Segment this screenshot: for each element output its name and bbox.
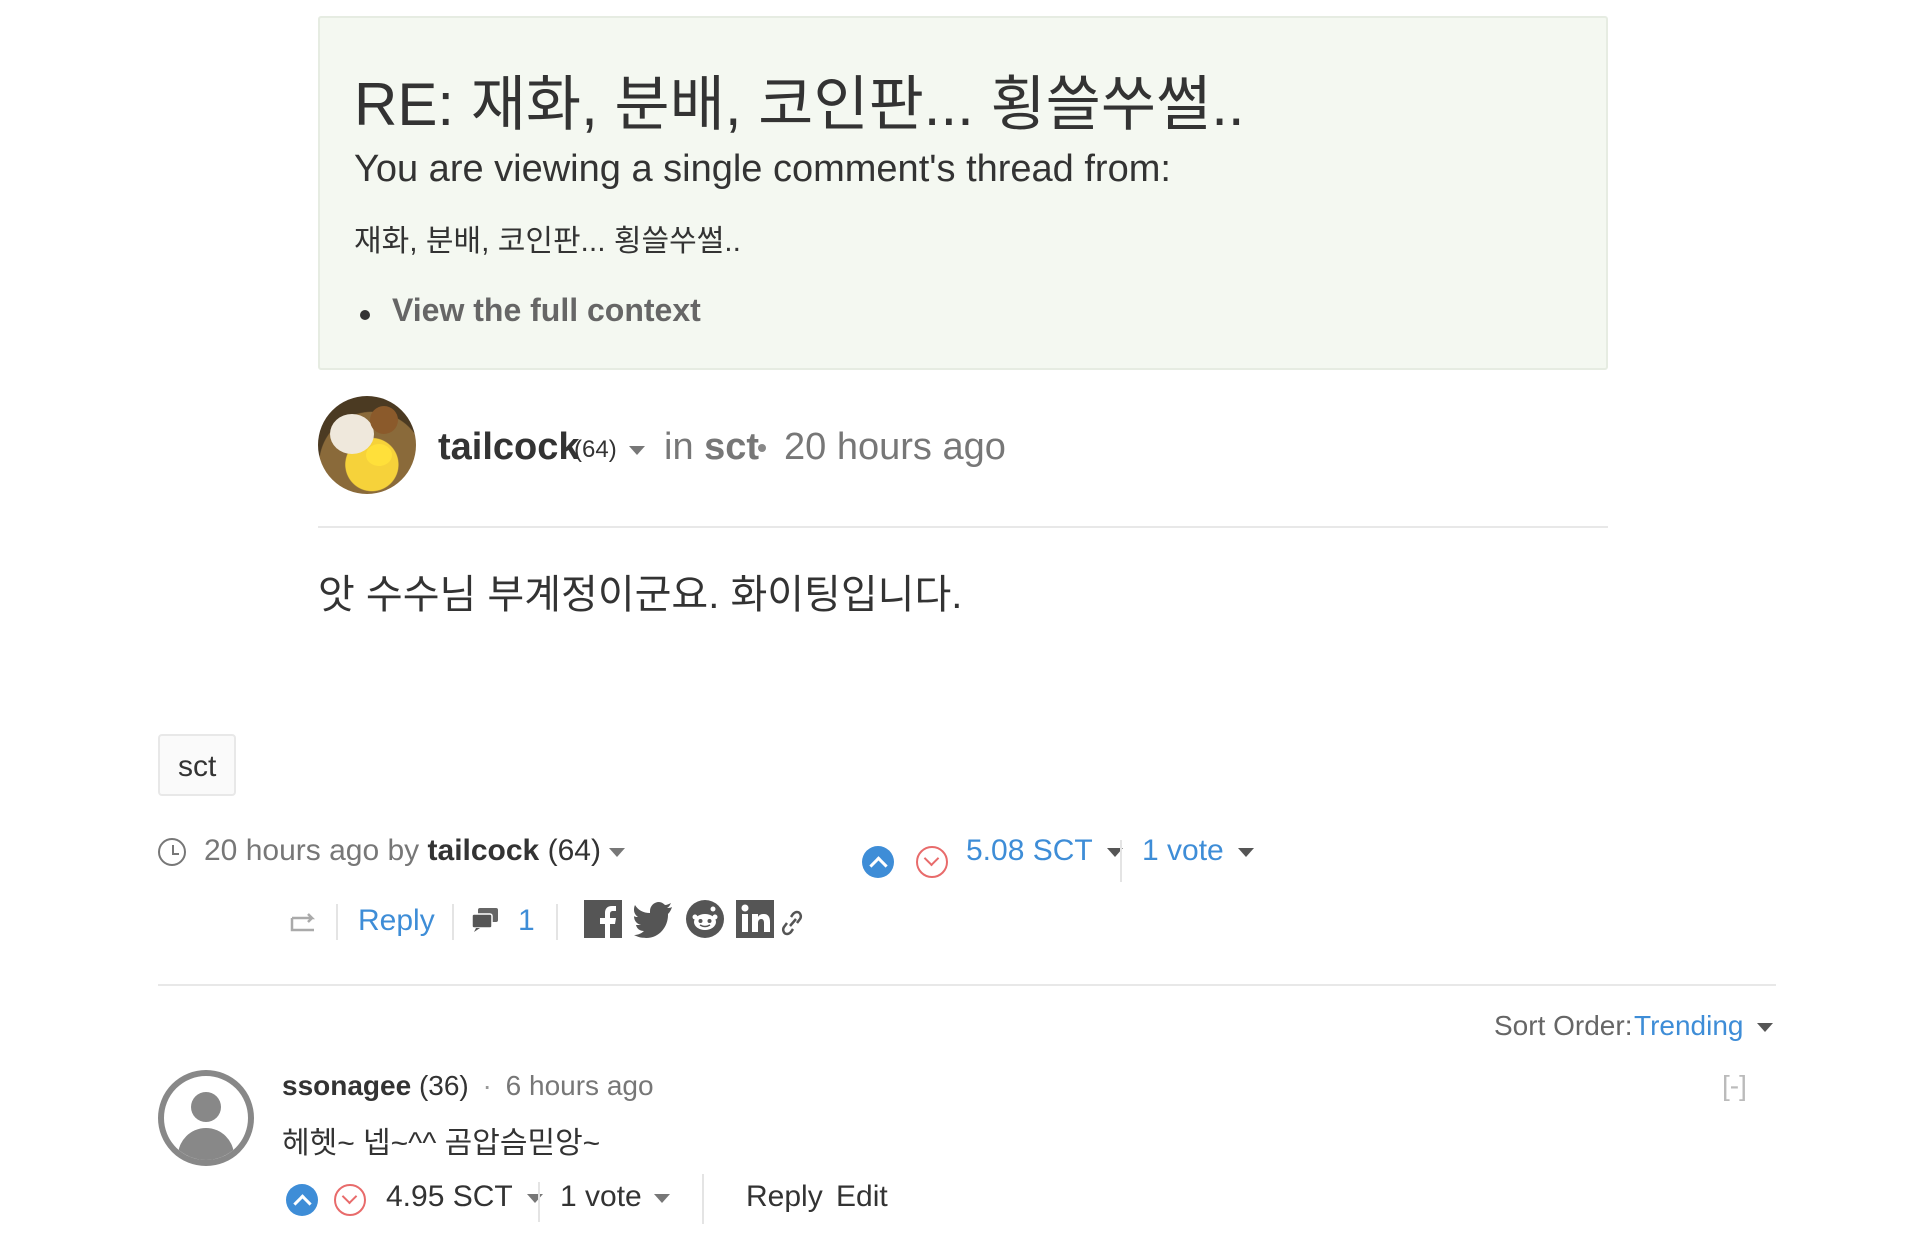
vote-count-label: 1 vote	[1142, 834, 1224, 867]
clock-icon	[158, 838, 186, 866]
reply-vote-count[interactable]: 1 vote	[560, 1180, 671, 1214]
upvote-button[interactable]	[862, 846, 894, 878]
post-body: 앗 수수님 부계정이군요. 화이팅입니다.	[318, 573, 963, 617]
avatar-head-shape	[191, 1092, 221, 1122]
reply-author-rep: (36)	[418, 1070, 469, 1101]
parent-post-title[interactable]: 재화, 분배, 코인판... 횡쓸쑤썰..	[354, 216, 741, 260]
avatar-shoulders-shape	[178, 1128, 234, 1160]
reply-comment-edit-button[interactable]: Edit	[836, 1180, 888, 1214]
tag-sct[interactable]: sct	[158, 734, 237, 796]
meta-author-dropdown-icon[interactable]	[609, 847, 626, 857]
avatar-chick-shape	[366, 444, 392, 466]
reply-payout[interactable]: 4.95 SCT	[386, 1180, 543, 1214]
author-rep-value: (64)	[574, 436, 617, 463]
post-meta: 20 hours ago by tailcock (64)	[204, 834, 626, 868]
meta-author-link[interactable]: tailcock	[428, 834, 540, 867]
payout-amount: 5.08 SCT	[966, 834, 1093, 867]
author-dropdown-caret-icon[interactable]	[629, 446, 646, 456]
divider	[538, 1182, 540, 1222]
reply-timestamp[interactable]: 6 hours ago	[506, 1070, 654, 1101]
collapse-toggle[interactable]: [-]	[1722, 1070, 1747, 1102]
reply-comment-reply-button[interactable]: Reply	[746, 1180, 823, 1214]
reply-body: 헤헷~ 넵~^^ 곰압슴믿앙~	[282, 1127, 601, 1160]
meta-time[interactable]: 20 hours ago	[204, 834, 379, 867]
divider	[556, 904, 558, 940]
divider	[336, 904, 338, 940]
sort-order-dropdown[interactable]: Trending	[1634, 1010, 1774, 1042]
post-category: in sct	[664, 426, 759, 469]
meta-author-rep: (64)	[547, 834, 601, 867]
divider	[702, 1174, 704, 1224]
sort-order-label: Sort Order:	[1494, 1010, 1633, 1041]
reply-author-line: ssonagee (36) · 6 hours ago	[282, 1070, 654, 1102]
link-icon[interactable]	[780, 910, 804, 936]
author-reputation[interactable]: (64)	[574, 436, 646, 464]
separator-dot	[758, 444, 766, 452]
thread-notice: You are viewing a single comment's threa…	[354, 148, 1171, 190]
reply-downvote-button[interactable]	[334, 1184, 366, 1216]
view-full-context-link[interactable]: View the full context	[392, 292, 701, 329]
bullet-icon	[360, 310, 370, 320]
author-avatar[interactable]	[318, 396, 416, 494]
reply-button[interactable]: Reply	[358, 904, 435, 938]
reply-vote-count-label: 1 vote	[560, 1180, 642, 1213]
divider	[452, 904, 454, 940]
vote-count[interactable]: 1 vote	[1142, 834, 1255, 868]
divider	[1120, 840, 1122, 882]
page-title: RE: 재화, 분배, 코인판... 횡쓸쑤썰..	[354, 71, 1245, 138]
divider	[318, 526, 1608, 528]
votes-dropdown-icon[interactable]	[1238, 847, 1255, 857]
comment-count[interactable]: 1	[518, 904, 535, 938]
payout-value[interactable]: 5.08 SCT	[966, 834, 1123, 868]
downvote-button[interactable]	[916, 846, 948, 878]
reblog-icon[interactable]	[290, 912, 320, 932]
reddit-icon[interactable]	[686, 900, 724, 938]
reply-upvote-button[interactable]	[286, 1184, 318, 1216]
separator-dot: ·	[482, 1070, 492, 1101]
author-name-link[interactable]: tailcock	[438, 426, 580, 469]
divider	[158, 984, 1776, 986]
category-link[interactable]: sct	[704, 426, 759, 468]
sort-dropdown-caret-icon[interactable]	[1757, 1023, 1774, 1033]
reply-author-link[interactable]: ssonagee	[282, 1070, 411, 1101]
post-timestamp[interactable]: 20 hours ago	[784, 426, 1006, 469]
comments-icon[interactable]	[470, 906, 500, 932]
reply-author-avatar[interactable]	[158, 1070, 254, 1166]
avatar-bear2-shape	[370, 406, 398, 434]
in-label: in	[664, 426, 694, 468]
meta-by: by	[387, 834, 420, 867]
reply-votes-dropdown-icon[interactable]	[654, 1193, 671, 1203]
linkedin-icon[interactable]	[736, 900, 774, 938]
thread-context-box: RE: 재화, 분배, 코인판... 횡쓸쑤썰.. You are viewin…	[318, 16, 1608, 370]
twitter-icon[interactable]	[634, 900, 674, 938]
facebook-icon[interactable]	[584, 900, 622, 938]
sort-order-value: Trending	[1634, 1010, 1744, 1041]
reply-payout-amount: 4.95 SCT	[386, 1180, 513, 1213]
reply-payout-dropdown-icon[interactable]	[526, 1193, 543, 1203]
